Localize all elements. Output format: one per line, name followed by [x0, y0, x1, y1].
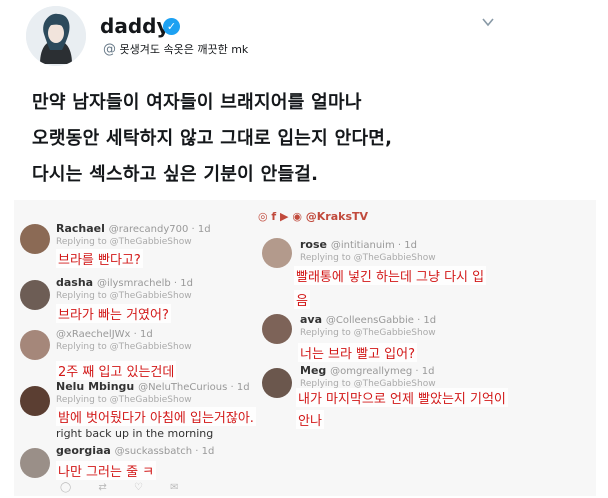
replying-to: Replying to @TheGabbieShow	[56, 237, 192, 247]
handle-text: 못생겨도 속옷은 깨끗한 mk	[119, 43, 249, 56]
avatar	[20, 280, 50, 310]
reply-author: Rachael @rarecandy700 · 1d	[56, 222, 211, 235]
brand-watermark: ◎ f ▶ ◉ @KraksTV	[258, 210, 368, 223]
tweet-text-line-2: 오랫동안 세탁하지 않고 그대로 입는지 안다면,	[32, 128, 393, 149]
reply-actions[interactable]: ◯ ⇄ ♡ ✉	[60, 482, 190, 493]
replying-to: Replying to @TheGabbieShow	[56, 395, 192, 405]
reply-name: georgiaa	[56, 444, 111, 457]
reply-author: Meg @omgreallymeg · 1d	[300, 364, 434, 377]
reply-handle: @omgreallymeg · 1d	[330, 366, 435, 377]
reply-name: Meg	[300, 364, 327, 377]
replying-to: Replying to @TheGabbieShow	[56, 342, 192, 352]
tweet-text-line-1: 만약 남자들이 여자들이 브래지어를 얼마나	[32, 92, 362, 113]
replying-to: Replying to @TheGabbieShow	[300, 328, 436, 338]
reply-handle: @xRaechelJWx · 1d	[56, 329, 153, 340]
translation-text: 2주 째 입고 있는건데	[56, 361, 177, 380]
avatar	[20, 386, 50, 416]
reply-author: ava @ColleensGabbie · 1d	[300, 313, 436, 326]
avatar	[20, 330, 50, 360]
verified-icon: ✓	[163, 18, 180, 35]
reply-author: dasha @ilysmrachelb · 1d	[56, 276, 193, 289]
reply-name: ava	[300, 313, 323, 326]
at-sign: @	[103, 42, 116, 57]
author-handle[interactable]: @ 못생겨도 속옷은 깨끗한 mk	[103, 41, 248, 57]
reply-name: rose	[300, 238, 327, 251]
translation-text: 빨래통에 넣긴 하는데 그냥 다시 입	[294, 266, 487, 285]
translation-text-cont: 음	[294, 290, 310, 309]
reply-name: Rachael	[56, 222, 105, 235]
reply-author: Nelu Mbingu @NeluTheCurious · 1d	[56, 380, 250, 393]
reply-handle: @ColleensGabbie · 1d	[325, 315, 437, 326]
reply-name: Nelu Mbingu	[56, 380, 135, 393]
avatar	[262, 368, 292, 398]
reply-handle: @rarecandy700 · 1d	[108, 224, 211, 235]
social-icons: ◎ f ▶ ◉	[258, 210, 306, 223]
translation-text-cont: 안나	[296, 410, 324, 429]
replying-to: Replying to @TheGabbieShow	[56, 291, 192, 301]
translation-text: 밤에 벗어뒀다가 아침에 입는거잖아.	[56, 407, 256, 426]
reply-handle: @ilysmrachelb · 1d	[96, 278, 193, 289]
avatar	[262, 314, 292, 344]
replying-to: Replying to @TheGabbieShow	[300, 253, 436, 263]
brand-handle: @KraksTV	[305, 210, 369, 223]
reply-handle: @suckassbatch · 1d	[114, 446, 215, 457]
reply-name: dasha	[56, 276, 94, 289]
author-avatar[interactable]	[26, 6, 86, 66]
avatar	[20, 224, 50, 254]
translation-text: 브라가 빠는 거였어?	[56, 304, 171, 323]
reply-author: georgiaa @suckassbatch · 1d	[56, 444, 214, 457]
translation-text: 너는 브라 빨고 입어?	[298, 343, 417, 362]
reply-handle: @intitianuim · 1d	[330, 240, 417, 251]
translation-text: 내가 마지막으로 언제 빨았는지 기억이	[296, 388, 508, 407]
avatar	[20, 448, 50, 478]
author-name[interactable]: daddy	[100, 14, 169, 38]
reply-handle: @NeluTheCurious · 1d	[138, 382, 250, 393]
original-text: right back up in the morning	[56, 427, 214, 440]
chevron-down-icon[interactable]	[480, 14, 496, 30]
reply-author: @xRaechelJWx · 1d	[56, 327, 153, 340]
translation-text: 나만 그러는 줄 ㅋ	[56, 461, 157, 480]
avatar	[262, 238, 292, 268]
reply-author: rose @intitianuim · 1d	[300, 238, 417, 251]
translation-text: 브라를 빤다고?	[56, 249, 143, 268]
tweet-text-line-3: 다시는 섹스하고 싶은 기분이 안들걸.	[32, 164, 319, 185]
